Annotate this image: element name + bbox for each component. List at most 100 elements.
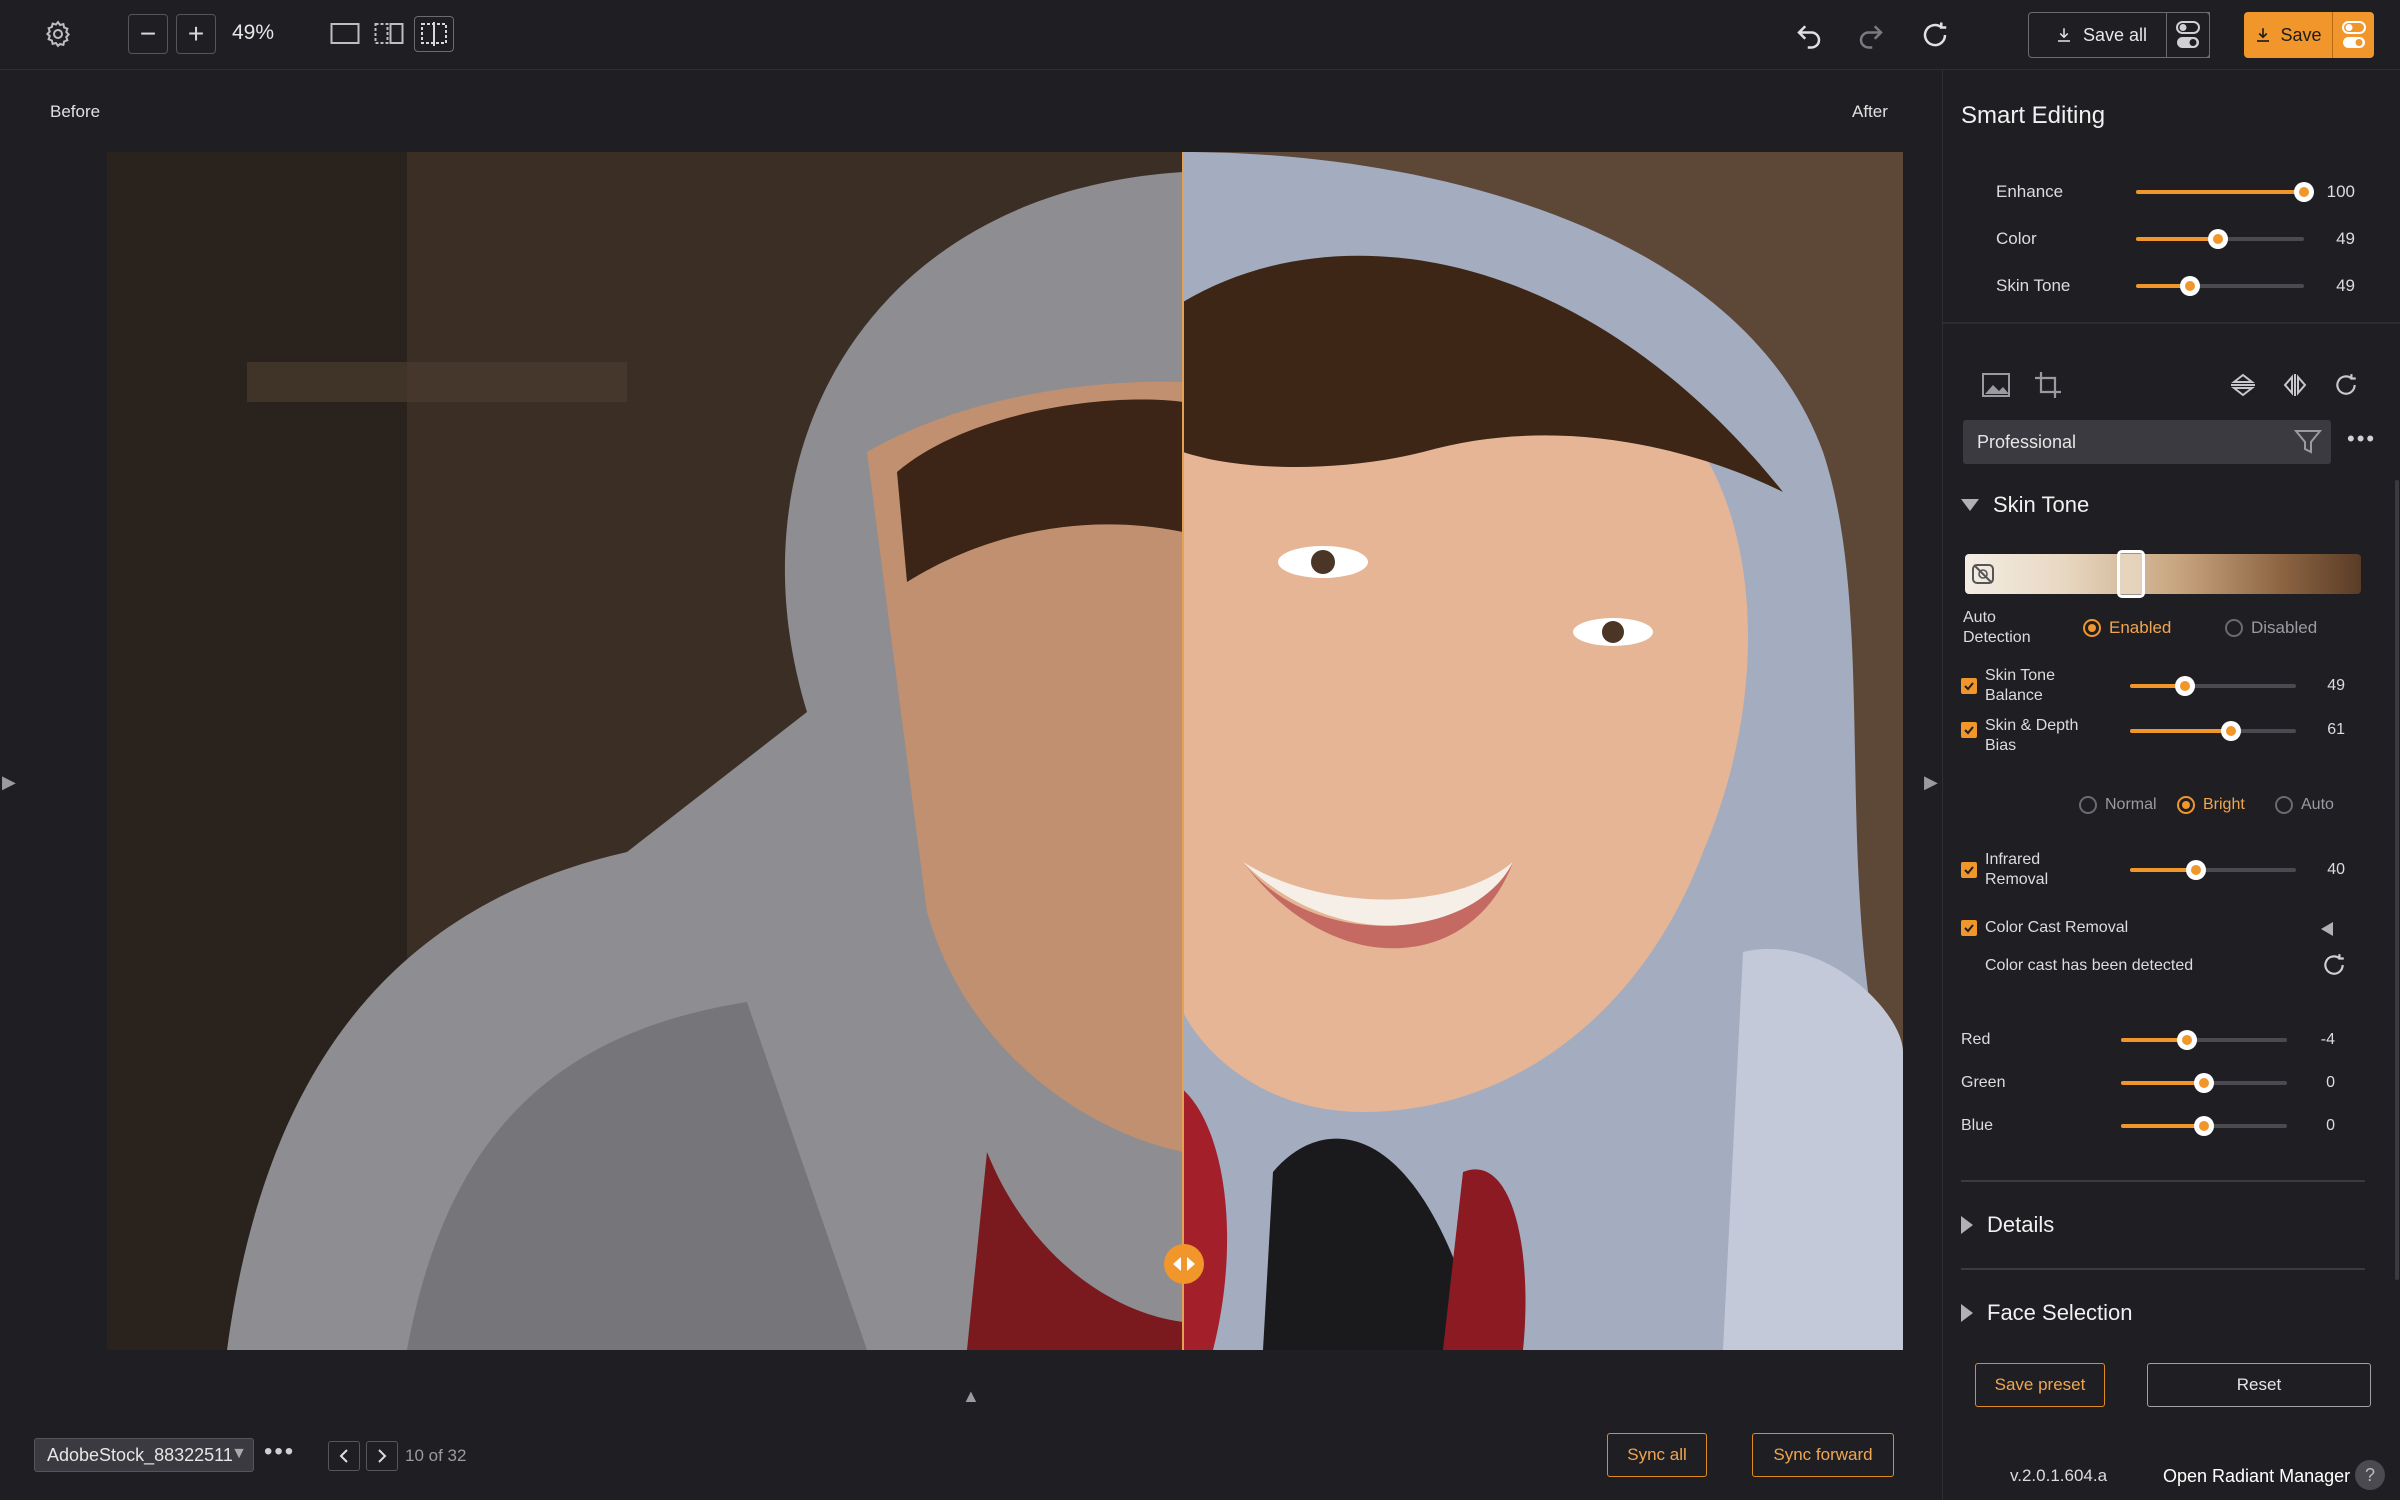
panel-scrollbar[interactable]	[2395, 480, 2399, 1280]
skin-depth-bias-knob[interactable]	[2221, 721, 2242, 741]
file-more-options-icon[interactable]: •••	[264, 1438, 295, 1466]
skin-tone-slider-knob[interactable]	[2179, 276, 2200, 296]
infrared-removal-label: Infrared Removal	[1985, 851, 2049, 888]
reset-button[interactable]: Reset	[2147, 1363, 2371, 1407]
download-icon	[2057, 28, 2070, 42]
single-view-icon[interactable]	[330, 20, 360, 53]
blue-slider-knob[interactable]	[2194, 1116, 2214, 1136]
toggle-switch-icon	[2176, 21, 2200, 48]
mode-bright-radio[interactable]: Bright	[2177, 796, 2245, 814]
smart-editing-panel: Smart Editing Enhance 100 Color 49 Skin …	[1942, 70, 2400, 1500]
blue-slider[interactable]	[2121, 1116, 2287, 1136]
open-radiant-manager-link[interactable]: Open Radiant Manager	[2163, 1466, 2350, 1487]
save-label: Save	[2280, 24, 2322, 45]
color-cast-expand-triangle-icon[interactable]	[2319, 920, 2335, 943]
portrait-before-image	[107, 152, 1183, 1350]
save-all-options-toggle[interactable]	[2166, 12, 2210, 58]
chevron-down-icon: ▼	[231, 1445, 247, 1462]
enhance-slider-knob[interactable]	[2294, 182, 2314, 202]
preset-dropdown[interactable]: Professional	[1963, 420, 2331, 464]
mode-normal-radio[interactable]: Normal	[2079, 796, 2157, 814]
skin-depth-bias-slider[interactable]	[2130, 721, 2296, 741]
color-cast-removal-checkbox[interactable]	[1961, 920, 1977, 936]
split-view-icon[interactable]	[414, 16, 454, 52]
file-name: AdobeStock_88322511	[47, 1444, 233, 1465]
split-handle-icon[interactable]	[1164, 1244, 1204, 1284]
checkmark-icon	[1964, 682, 1974, 691]
skin-tone-slider[interactable]	[2136, 276, 2304, 296]
sync-all-button[interactable]: Sync all	[1607, 1433, 1707, 1477]
infrared-removal-knob[interactable]	[2186, 860, 2207, 880]
before-after-divider-line	[1182, 152, 1184, 1350]
panel-title: Smart Editing	[1961, 102, 2106, 129]
top-toolbar: − + 49% Save all Save	[0, 0, 2400, 70]
green-slider[interactable]	[2121, 1073, 2287, 1093]
infrared-removal-checkbox[interactable]	[1961, 862, 1977, 878]
blue-label: Blue	[1961, 1117, 1994, 1134]
right-panel-collapse-arrow-icon[interactable]: ▶	[1924, 772, 1938, 793]
save-button[interactable]: Save	[2244, 12, 2332, 58]
red-slider[interactable]	[2121, 1030, 2287, 1050]
details-section-header[interactable]: Details	[1961, 1212, 2054, 1238]
checkmark-icon	[1964, 726, 1974, 735]
photo-canvas[interactable]	[107, 152, 1903, 1350]
skin-tone-balance-label: Skin Tone Balance	[1985, 667, 2055, 704]
skin-tone-balance-slider[interactable]	[2130, 676, 2296, 696]
skin-tone-section-header[interactable]: Skin Tone	[1961, 492, 2089, 518]
zoom-in-button[interactable]: +	[176, 14, 216, 54]
side-by-side-view-icon[interactable]	[374, 20, 404, 53]
eyedropper-off-icon[interactable]	[1971, 563, 1995, 585]
image-icon[interactable]	[1981, 372, 2011, 403]
skin-depth-bias-value: 61	[2327, 721, 2345, 738]
green-value: 0	[2326, 1074, 2335, 1091]
image-page-count: 10 of 32	[405, 1446, 467, 1465]
zoom-out-button[interactable]: −	[128, 14, 168, 54]
enhance-slider[interactable]	[2136, 182, 2314, 202]
preset-value: Professional	[1977, 431, 2077, 452]
skin-tone-balance-checkbox[interactable]	[1961, 678, 1977, 694]
skin-tone-balance-knob[interactable]	[2174, 676, 2195, 696]
download-icon	[2257, 28, 2270, 42]
auto-detection-label: Auto Detection	[1963, 609, 2031, 646]
red-slider-knob[interactable]	[2177, 1030, 2198, 1050]
reset-rotate-icon[interactable]	[1918, 18, 1952, 52]
infrared-removal-slider[interactable]	[2130, 860, 2296, 880]
color-slider-row: Color 49	[1943, 227, 2400, 257]
checkmark-icon	[1964, 924, 1974, 933]
auto-detection-disabled-radio[interactable]: Disabled	[2225, 618, 2317, 638]
flip-vertical-icon[interactable]	[2229, 372, 2257, 403]
face-selection-section-header[interactable]: Face Selection	[1961, 1300, 2133, 1326]
toggle-switch-icon	[2341, 21, 2366, 48]
sync-forward-button[interactable]: Sync forward	[1752, 1433, 1894, 1477]
color-slider-knob[interactable]	[2208, 229, 2229, 249]
mode-auto-radio[interactable]: Auto	[2275, 796, 2334, 814]
filmstrip-expand-arrow-icon[interactable]: ▲	[962, 1386, 980, 1407]
save-options-toggle[interactable]	[2332, 12, 2374, 58]
file-select-dropdown[interactable]: AdobeStock_88322511 ▼	[34, 1438, 254, 1472]
preset-more-options-icon[interactable]: •••	[2347, 426, 2376, 452]
left-panel-expand-arrow-icon[interactable]: ▶	[2, 772, 16, 793]
section-divider	[1961, 1268, 2365, 1270]
rotate-icon[interactable]	[2333, 372, 2359, 403]
color-cast-removal-label: Color Cast Removal	[1985, 919, 2129, 936]
settings-gear-icon[interactable]	[40, 16, 76, 52]
expand-triangle-icon	[1961, 1216, 1973, 1234]
crop-icon[interactable]	[2033, 370, 2063, 405]
undo-icon[interactable]	[1792, 18, 1826, 52]
save-preset-button[interactable]: Save preset	[1975, 1363, 2105, 1407]
green-slider-knob[interactable]	[2194, 1073, 2214, 1093]
color-cast-refresh-icon[interactable]	[2321, 952, 2347, 983]
flip-horizontal-icon[interactable]	[2281, 372, 2309, 403]
color-label: Color	[1996, 229, 2037, 248]
skin-tone-picker-handle[interactable]	[2117, 550, 2146, 598]
auto-detection-enabled-radio[interactable]: Enabled	[2083, 618, 2171, 638]
next-image-button[interactable]	[366, 1441, 398, 1471]
skin-tone-gradient-bar[interactable]	[1965, 554, 2361, 594]
color-slider[interactable]	[2136, 229, 2304, 249]
details-section-title: Details	[1987, 1212, 2055, 1237]
help-icon[interactable]: ?	[2355, 1460, 2385, 1490]
skin-depth-bias-checkbox[interactable]	[1961, 722, 1977, 738]
section-divider	[1961, 1180, 2365, 1182]
previous-image-button[interactable]	[328, 1441, 360, 1471]
redo-icon[interactable]	[1854, 18, 1888, 52]
